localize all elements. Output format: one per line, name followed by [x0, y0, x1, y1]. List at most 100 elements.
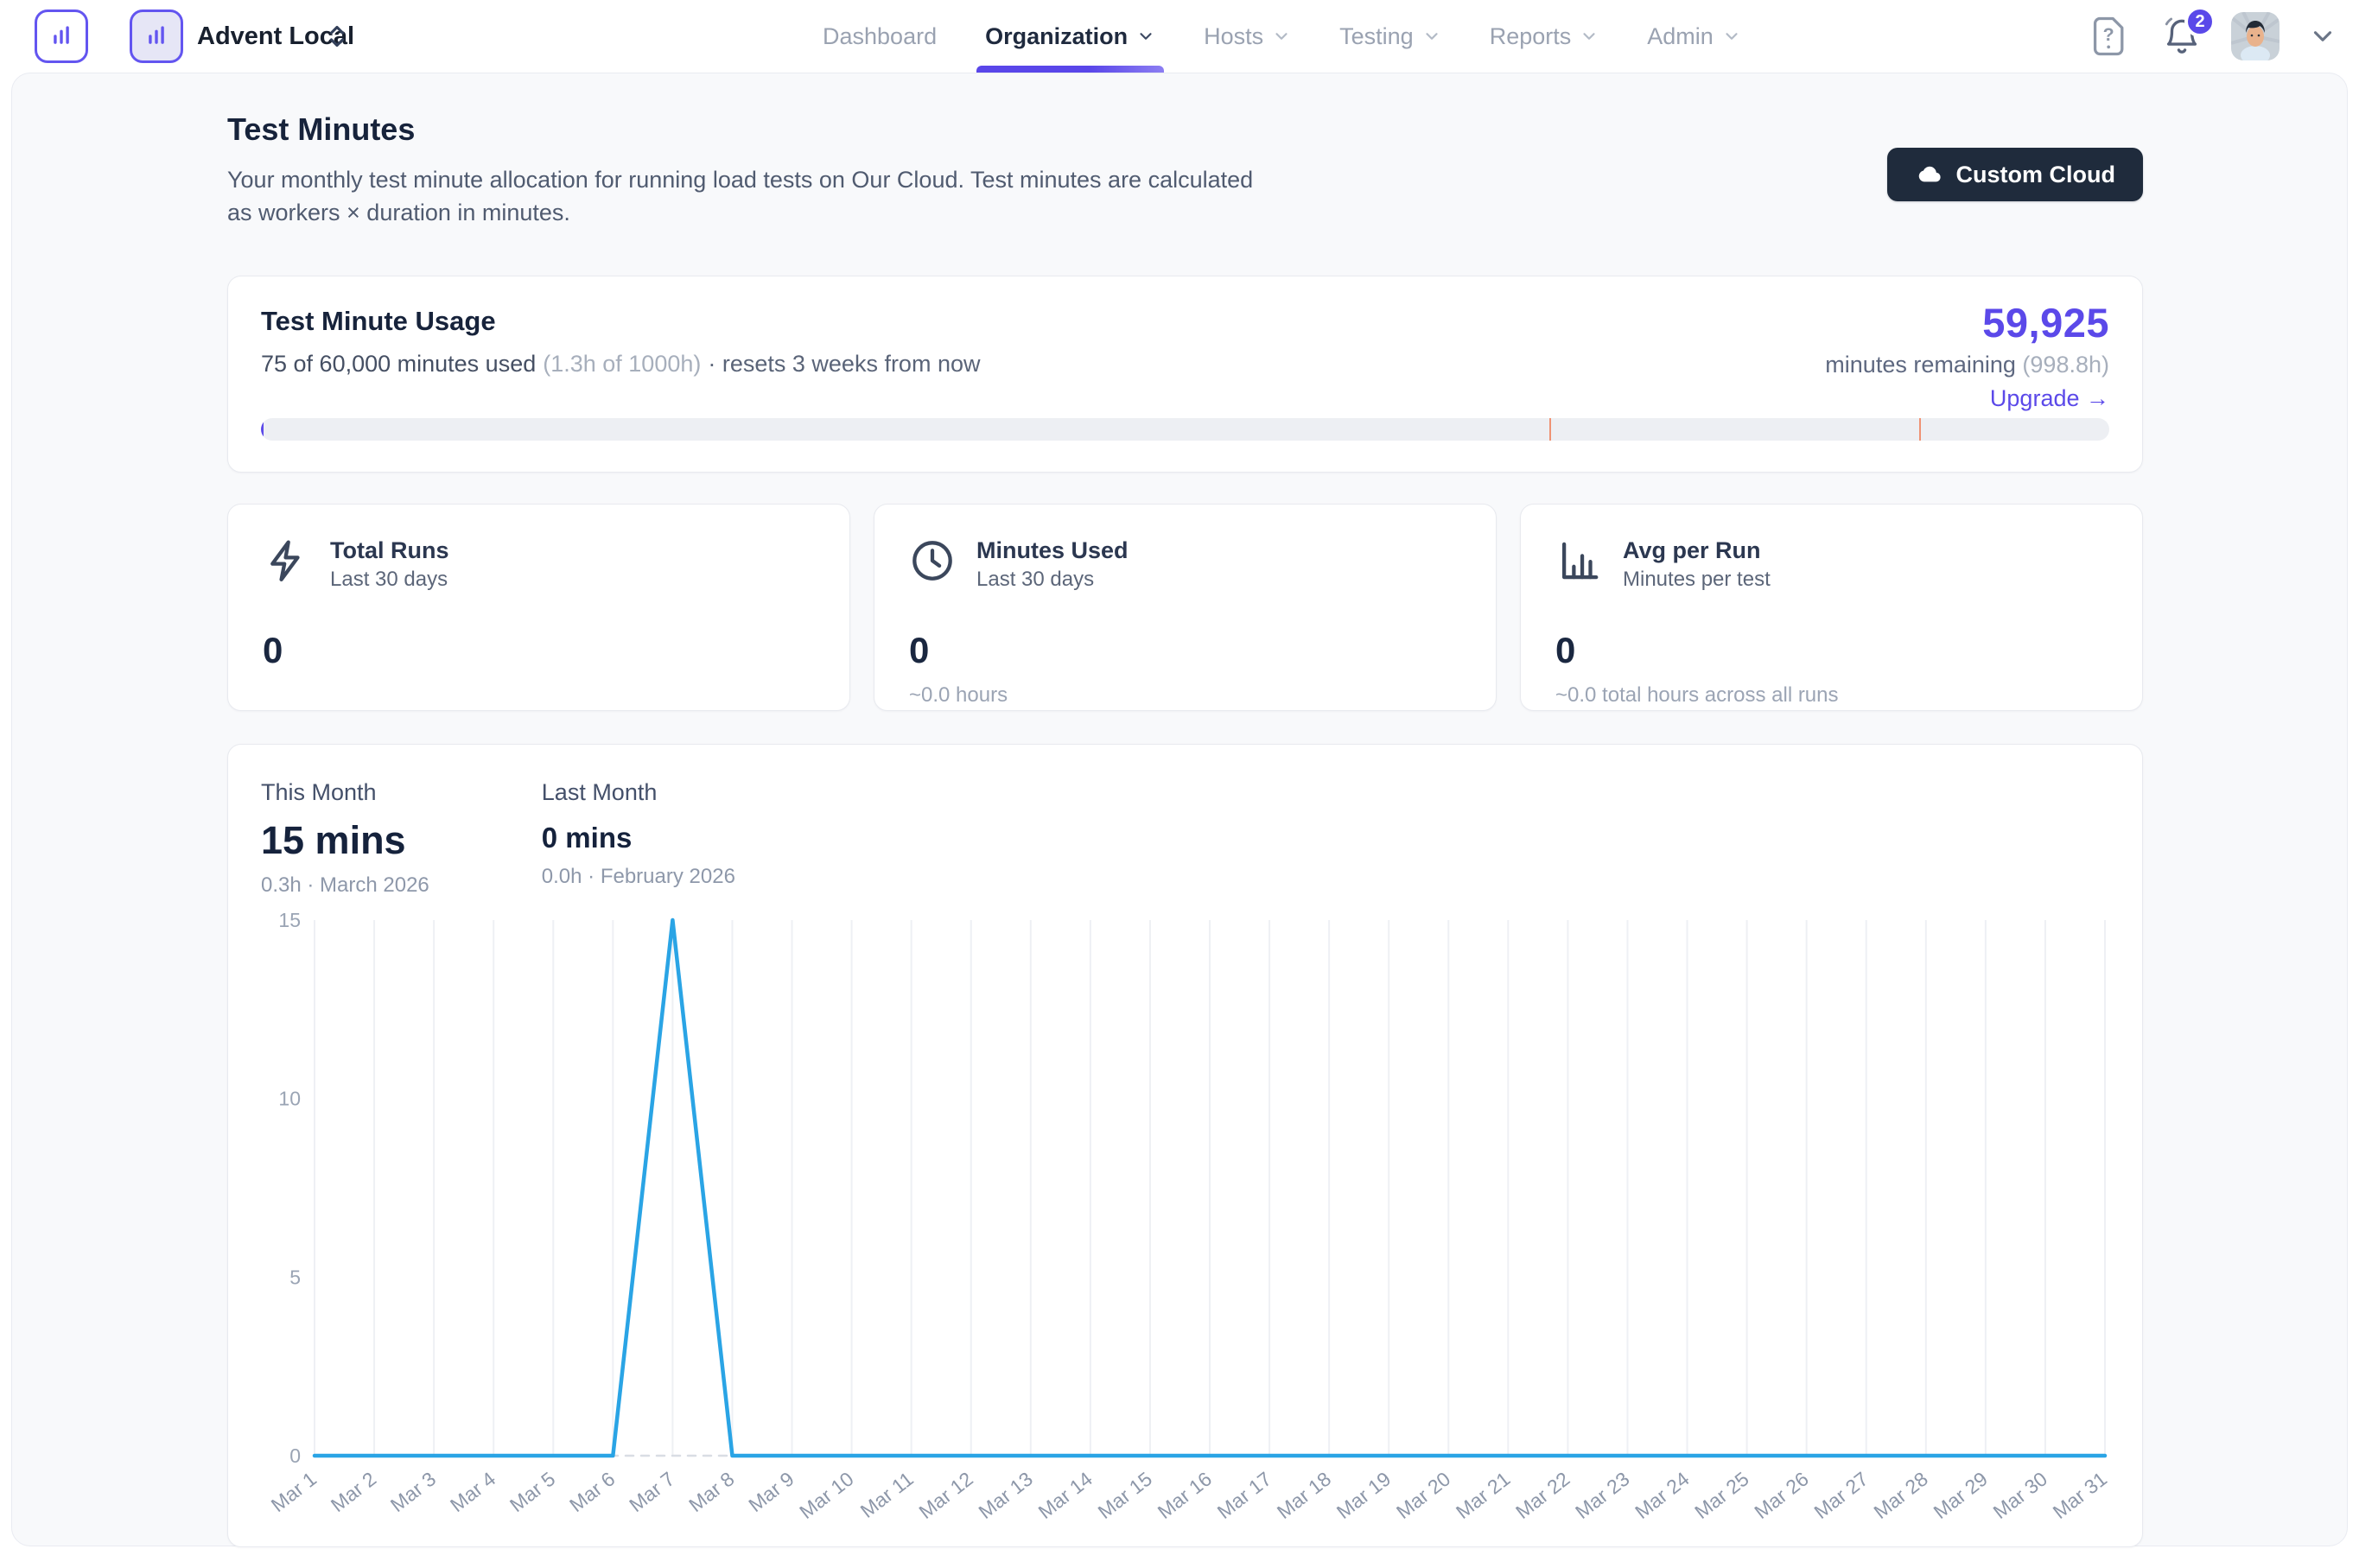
usage-progress-bar	[261, 418, 2109, 441]
this-month-block: This Month 15 mins 0.3h · March 2026	[261, 779, 429, 898]
this-month-value: 15 mins	[261, 818, 429, 863]
usage-progress-fill	[261, 418, 264, 441]
chevron-down-icon	[1136, 27, 1155, 46]
stat-card-subtext: ~0.0 total hours across all runs	[1555, 683, 2108, 708]
x-axis-tick-label: Mar 12	[914, 1467, 976, 1523]
updown-chevron-icon	[324, 22, 350, 51]
notification-badge: 2	[2184, 6, 2216, 37]
custom-cloud-button[interactable]: Custom Cloud	[1887, 148, 2143, 201]
page-title: Test Minutes	[227, 73, 2145, 148]
x-axis-tick-label: Mar 11	[856, 1467, 918, 1522]
nav-item-admin[interactable]: Admin	[1647, 0, 1741, 73]
y-axis-tick-label: 10	[278, 1088, 301, 1110]
progress-threshold-marker	[1919, 418, 1921, 441]
x-axis-tick-label: Mar 23	[1571, 1467, 1633, 1523]
usage-chart-svg: Mar 1Mar 2Mar 3Mar 4Mar 5Mar 6Mar 7Mar 8…	[261, 913, 2111, 1531]
last-month-block: Last Month 0 mins 0.0h · February 2026	[542, 779, 735, 898]
stat-card-value: 0	[1555, 630, 2108, 671]
x-axis-tick-label: Mar 26	[1750, 1467, 1812, 1523]
remaining-label: minutes remaining	[1825, 352, 2016, 378]
usage-card: Test Minute Usage 75 of 60,000 minutes u…	[227, 276, 2143, 473]
svg-text:?: ?	[2103, 24, 2114, 45]
page-description: Your monthly test minute allocation for …	[227, 163, 2145, 229]
x-axis-tick-label: Mar 16	[1154, 1467, 1216, 1523]
account-menu-toggle[interactable]	[2305, 13, 2340, 60]
chart-header: This Month 15 mins 0.3h · March 2026 Las…	[261, 779, 2109, 898]
x-axis-tick-label: Mar 18	[1273, 1467, 1335, 1523]
x-axis-tick-label: Mar 8	[684, 1467, 738, 1516]
nav-item-organization[interactable]: Organization	[985, 0, 1155, 73]
x-axis-tick-label: Mar 30	[1989, 1467, 2051, 1523]
usage-text: 75 of 60,000 minutes used	[261, 351, 536, 377]
stat-card-header: Avg per RunMinutes per test	[1555, 537, 2108, 592]
page-description-line1: Your monthly test minute allocation for …	[227, 163, 2145, 196]
workspace-logo-button[interactable]	[130, 10, 183, 63]
remaining-hours: (998.8h)	[2022, 352, 2109, 378]
bar-chart-workspace-icon	[142, 22, 171, 51]
remaining-value: 59,925	[1825, 299, 2109, 346]
last-month-subtext: 0.0h · February 2026	[542, 865, 735, 889]
x-axis-tick-label: Mar 6	[565, 1467, 619, 1516]
nav-item-testing[interactable]: Testing	[1339, 0, 1441, 73]
nav-item-label: Testing	[1339, 23, 1414, 50]
chevron-down-icon	[1722, 27, 1741, 46]
workspace-switcher[interactable]	[321, 21, 353, 52]
active-nav-underline	[976, 66, 1164, 73]
stat-card-title: Avg per Run	[1623, 537, 1771, 564]
x-axis-tick-label: Mar 28	[1869, 1467, 1931, 1523]
notifications-button[interactable]: 2	[2159, 13, 2205, 60]
this-month-label: This Month	[261, 779, 429, 806]
help-button[interactable]: ?	[2086, 13, 2133, 60]
x-axis-tick-label: Mar 10	[795, 1467, 857, 1523]
stat-card-subtext	[263, 683, 815, 706]
nav-item-label: Hosts	[1204, 23, 1263, 50]
chevron-down-icon	[2308, 22, 2337, 51]
nav-item-label: Admin	[1647, 23, 1714, 50]
nav-item-dashboard[interactable]: Dashboard	[823, 0, 937, 73]
bar-chart-icon	[1555, 537, 1602, 584]
avatar-image	[2231, 12, 2280, 60]
y-axis-tick-label: 15	[278, 913, 301, 931]
usage-reset: · resets 3 weeks from now	[708, 351, 980, 377]
stat-card-value: 0	[263, 630, 815, 671]
chevron-down-icon	[1272, 27, 1291, 46]
nav-right: ? 2	[2086, 0, 2340, 73]
this-month-subtext: 0.3h · March 2026	[261, 873, 429, 898]
stat-card-total-runs: Total RunsLast 30 days0	[227, 504, 850, 711]
content: Test Minutes Your monthly test minute al…	[227, 73, 2145, 1546]
stat-card-avg-per-run: Avg per RunMinutes per test 0 ~0.0 total h…	[1520, 504, 2143, 711]
remaining-label-line: minutes remaining (998.8h)	[1825, 352, 2109, 378]
chart-card: This Month 15 mins 0.3h · March 2026 Las…	[227, 744, 2143, 1547]
usage-hours: (1.3h of 1000h)	[543, 351, 701, 377]
upgrade-link[interactable]: Upgrade →	[1825, 385, 2109, 412]
avatar[interactable]	[2231, 12, 2280, 60]
x-axis-tick-label: Mar 20	[1392, 1467, 1454, 1523]
x-axis-tick-label: Mar 21	[1452, 1467, 1514, 1523]
primary-nav: Dashboard Organization Hosts Testing Reports…	[823, 0, 1741, 73]
cloud-icon	[1915, 164, 1943, 185]
chevron-down-icon	[1422, 27, 1441, 46]
x-axis-tick-label: Mar 4	[446, 1467, 499, 1516]
x-axis-tick-label: Mar 27	[1809, 1467, 1872, 1523]
lightning-icon	[263, 537, 309, 584]
stat-card-subtitle: Last 30 days	[976, 568, 1129, 592]
nav-item-label: Dashboard	[823, 23, 937, 50]
stat-card-title: Minutes Used	[976, 537, 1129, 564]
x-axis-tick-label: Mar 22	[1511, 1467, 1574, 1523]
stat-card-minutes-used: Minutes UsedLast 30 days0~0.0 hours	[874, 504, 1497, 711]
stat-card-title: Total Runs	[330, 537, 449, 564]
custom-cloud-label: Custom Cloud	[1956, 162, 2115, 188]
x-axis-tick-label: Mar 7	[625, 1467, 678, 1516]
x-axis-tick-label: Mar 5	[506, 1467, 559, 1516]
clock-icon	[909, 537, 956, 584]
page-description-line2: as workers × duration in minutes.	[227, 196, 2145, 229]
y-axis-tick-label: 5	[289, 1266, 301, 1288]
stat-cards-row: Total RunsLast 30 days0 Minutes Used Last …	[227, 504, 2143, 711]
nav-item-reports[interactable]: Reports	[1490, 0, 1599, 73]
x-axis-tick-label: Mar 15	[1094, 1467, 1156, 1523]
nav-item-hosts[interactable]: Hosts	[1204, 0, 1291, 73]
app-logo-button[interactable]	[35, 10, 88, 63]
nav-item-label: Organization	[985, 23, 1128, 50]
nav-item-label: Reports	[1490, 23, 1572, 50]
last-month-label: Last Month	[542, 779, 735, 806]
